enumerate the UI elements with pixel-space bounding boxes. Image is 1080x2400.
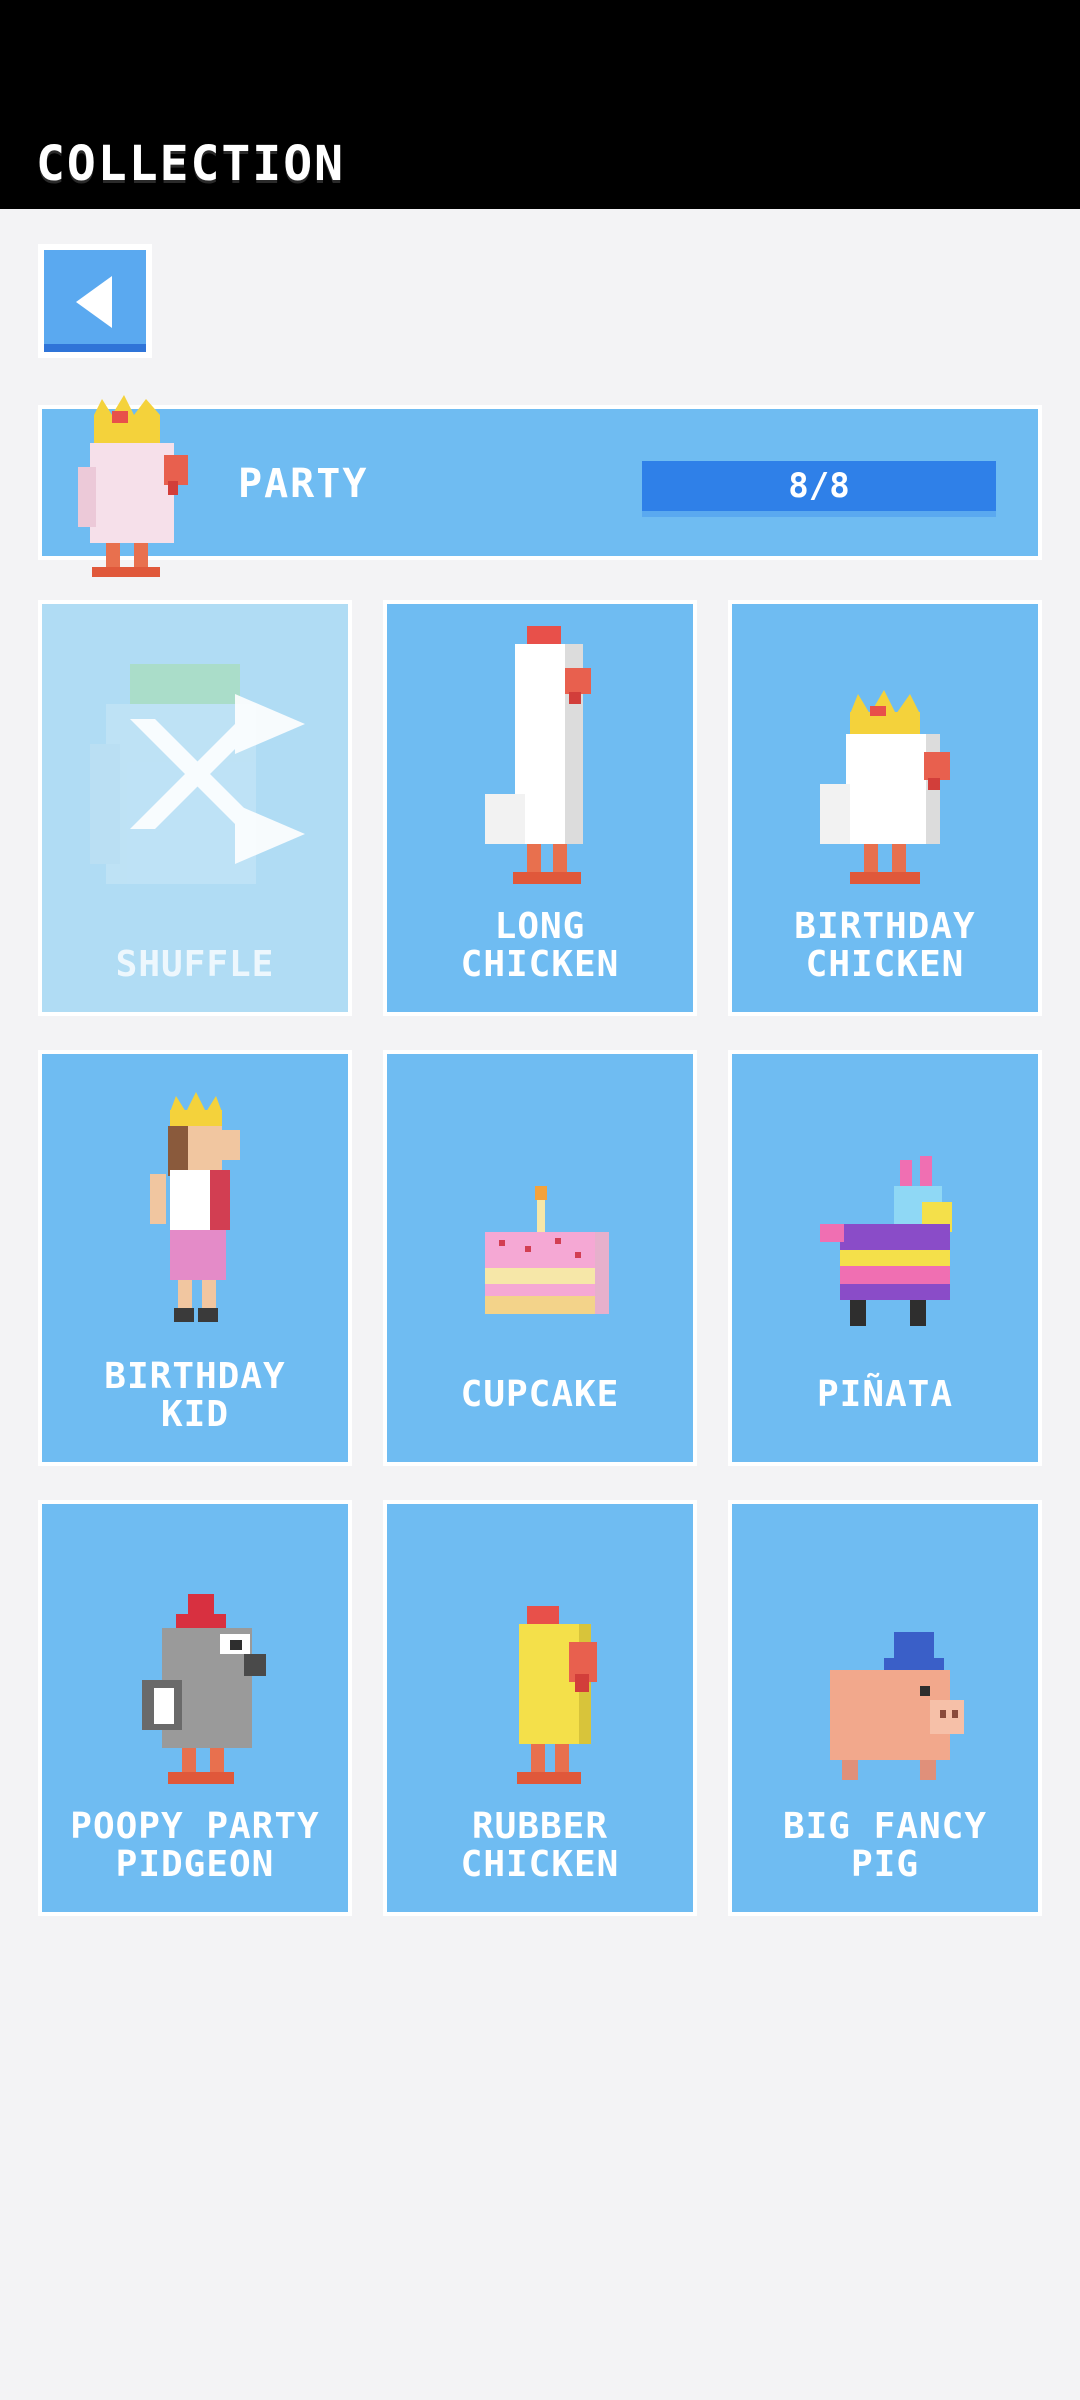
card-shuffle[interactable]: SHUFFLE: [38, 600, 352, 1016]
card-birthday-kid[interactable]: BIRTHDAY KID: [38, 1050, 352, 1466]
collection-progress-bar: 8/8: [642, 461, 996, 517]
card-birthday-chicken[interactable]: BIRTHDAY CHICKEN: [728, 600, 1042, 1016]
back-arrow-icon: [76, 276, 112, 328]
card-label: CUPCAKE: [460, 1374, 620, 1415]
card-label: RUBBER CHICKEN: [460, 1806, 620, 1885]
card-label: POOPY PARTY PIDGEON: [70, 1806, 320, 1885]
cupcake-icon: [485, 1186, 609, 1314]
birthday-kid-icon: [150, 1092, 240, 1322]
card-label: BIG FANCY PIG: [782, 1806, 988, 1885]
card-poopy-party-pidgeon[interactable]: POOPY PARTY PIDGEON: [38, 1500, 352, 1916]
card-big-fancy-pig[interactable]: BIG FANCY PIG: [728, 1500, 1042, 1916]
card-label: BIRTHDAY KID: [104, 1356, 286, 1435]
back-button[interactable]: [38, 244, 152, 358]
card-pinata[interactable]: PIÑATA: [728, 1050, 1042, 1466]
card-label: SHUFFLE: [115, 944, 275, 985]
progress-text: 8/8: [788, 466, 850, 506]
party-chicken-icon: [78, 395, 188, 577]
long-chicken-icon: [485, 626, 591, 884]
character-grid: SHUFFLE LONG CHICKEN BIRTHDAY CHICKEN BI…: [38, 600, 1042, 1916]
rubber-chicken-icon: [517, 1606, 597, 1784]
card-label: PIÑATA: [816, 1374, 954, 1415]
pinata-icon: [820, 1156, 952, 1326]
back-button-face: [44, 250, 146, 352]
collection-name: PARTY: [238, 461, 369, 507]
card-label: LONG CHICKEN: [460, 906, 620, 985]
birthday-chicken-icon: [820, 690, 950, 884]
card-long-chicken[interactable]: LONG CHICKEN: [383, 600, 697, 1016]
poopy-party-pidgeon-icon: [142, 1594, 266, 1784]
page-title: COLLECTION: [36, 136, 345, 192]
card-cupcake[interactable]: CUPCAKE: [383, 1050, 697, 1466]
card-label: BIRTHDAY CHICKEN: [794, 906, 976, 985]
big-fancy-pig-icon: [830, 1632, 964, 1780]
party-banner: PARTY 8/8: [38, 395, 1042, 577]
card-rubber-chicken[interactable]: RUBBER CHICKEN: [383, 1500, 697, 1916]
shuffle-icon: [90, 664, 305, 884]
top-bar: COLLECTION: [0, 0, 1080, 209]
